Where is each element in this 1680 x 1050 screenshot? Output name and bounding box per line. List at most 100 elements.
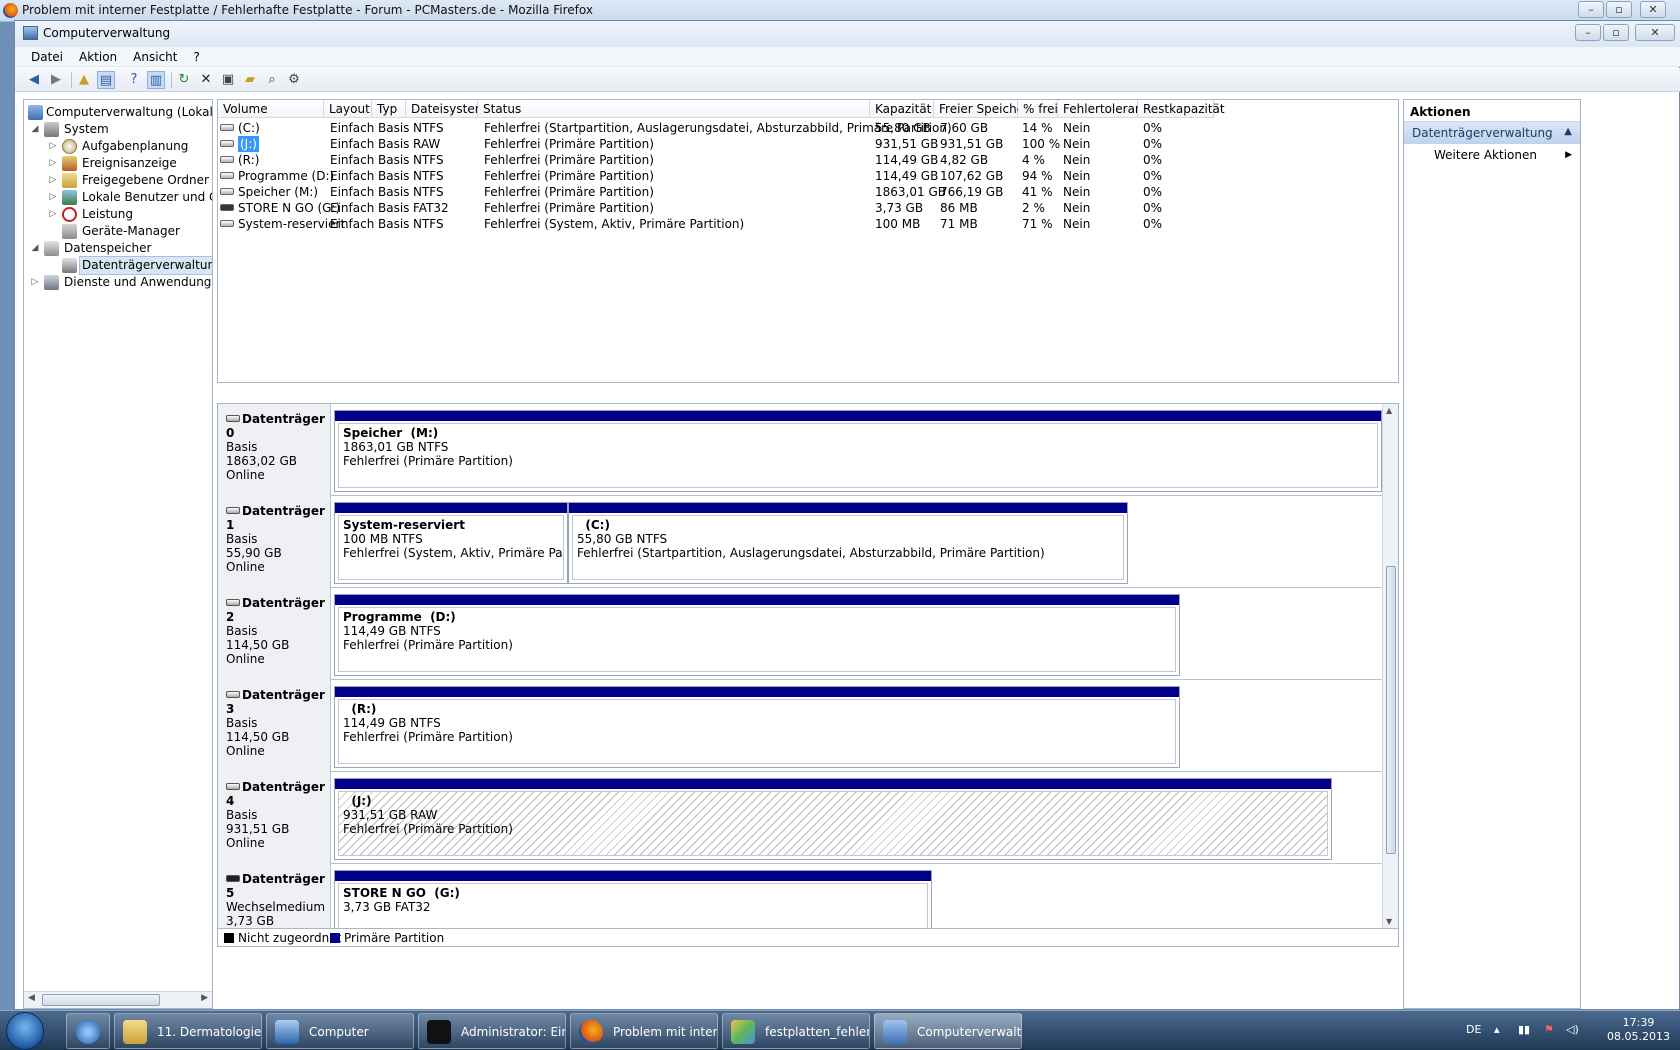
- partition-block[interactable]: Programme (D:) 114,49 GB NTFS Fehlerfrei (…: [334, 594, 1180, 676]
- delete-icon[interactable]: ✕: [197, 71, 215, 89]
- disk-icon: [226, 507, 240, 514]
- tree-item-label: Leistung: [82, 207, 133, 221]
- menu-ansicht[interactable]: Ansicht: [125, 47, 185, 64]
- taskbar-button[interactable]: 11. Dermatologie ...: [114, 1013, 262, 1049]
- search-icon[interactable]: ⌕: [263, 71, 281, 89]
- network-icon[interactable]: ▮▮: [1518, 1023, 1530, 1036]
- open-icon[interactable]: ▰: [241, 71, 259, 89]
- taskbar-button[interactable]: festplatten_fehler...: [722, 1013, 870, 1049]
- disk-info[interactable]: Datenträger 1 Basis 55,90 GB Online: [218, 496, 331, 588]
- partition-block[interactable]: System-reserviert 100 MB NTFS Fehlerfrei (…: [334, 502, 568, 584]
- volume-row[interactable]: (R:) Einfach Basis NTFS Fehlerfrei (Primäre …: [218, 152, 1398, 168]
- expand-arrow-icon[interactable]: ▷: [48, 189, 58, 206]
- scroll-right-icon[interactable]: ▶: [201, 993, 208, 1003]
- taskbar-button[interactable]: Problem mit inter...: [570, 1013, 718, 1049]
- close-button[interactable]: ✕: [1635, 24, 1675, 41]
- expand-arrow-icon[interactable]: ▷: [48, 172, 58, 189]
- volume-row[interactable]: STORE N GO (G:) Einfach Basis FAT32 Fehlerfr…: [218, 200, 1398, 216]
- partition-title: Speicher (M:): [343, 426, 439, 440]
- column-header-layout[interactable]: Layout: [324, 100, 372, 118]
- column-header-volume[interactable]: Volume: [218, 100, 324, 118]
- actions-header: Aktionen: [1404, 100, 1580, 122]
- volume-row[interactable]: Speicher (M:) Einfach Basis NTFS Fehlerfrei …: [218, 184, 1398, 200]
- clock-date: 08.05.2013: [1607, 1030, 1670, 1043]
- firefox-minimize-button[interactable]: –: [1578, 1, 1604, 18]
- firefox-icon: [3, 3, 18, 18]
- action-weitere-aktionen[interactable]: Weitere Aktionen: [1434, 148, 1537, 162]
- partition-block[interactable]: (R:) 114,49 GB NTFS Fehlerfrei (Primäre Pa…: [334, 686, 1180, 768]
- actions-section-datentraegerverwaltung[interactable]: Datenträgerverwaltung ▲: [1404, 122, 1580, 144]
- cell-fehlertoleranz: Nein: [1063, 201, 1091, 215]
- expand-arrow-icon[interactable]: ▷: [30, 274, 40, 291]
- taskbar-button[interactable]: Computer: [266, 1013, 414, 1049]
- scroll-down-icon[interactable]: ▼: [1386, 917, 1392, 926]
- scroll-left-icon[interactable]: ◀: [28, 993, 35, 1003]
- column-header-freier-speicher[interactable]: Freier Speicher: [934, 100, 1029, 118]
- volume-icon[interactable]: ◁): [1566, 1023, 1579, 1036]
- minimize-button[interactable]: –: [1575, 24, 1601, 41]
- clock[interactable]: 17:39 08.05.2013: [1607, 1016, 1670, 1044]
- back-arrow-icon[interactable]: ◀: [25, 71, 43, 89]
- partition-size: 55,80 GB NTFS: [577, 532, 668, 546]
- volume-row[interactable]: (J:) Einfach Basis RAW Fehlerfrei (Primäre P…: [218, 136, 1398, 152]
- scroll-up-icon[interactable]: ▲: [1386, 406, 1392, 415]
- refresh-icon[interactable]: ↻: [175, 71, 193, 89]
- volume-row[interactable]: Programme (D:) Einfach Basis NTFS Fehlerfrei…: [218, 168, 1398, 184]
- collapse-icon[interactable]: ▲: [1564, 126, 1572, 137]
- scroll-thumb[interactable]: [42, 994, 160, 1006]
- disk-view-scrollbar[interactable]: ▲ ▼: [1382, 404, 1398, 928]
- action-center-icon[interactable]: ⚑: [1544, 1023, 1554, 1036]
- partition-block[interactable]: STORE N GO (G:) 3,73 GB FAT32: [334, 870, 932, 928]
- disk-size-line: 3,73 GB: [226, 914, 330, 928]
- cell-kapazitaet: 931,51 GB: [875, 137, 939, 151]
- start-button[interactable]: [6, 1012, 44, 1050]
- legend-primary-swatch: [330, 933, 340, 943]
- expand-arrow-icon[interactable]: ▷: [48, 206, 58, 223]
- column-header-kapazitaet[interactable]: Kapazität: [870, 100, 934, 118]
- menu-help[interactable]: ?: [185, 47, 207, 64]
- forward-arrow-icon[interactable]: ▶: [47, 71, 65, 89]
- volume-row[interactable]: System-reserviert Einfach Basis NTFS Fehlerf…: [218, 216, 1398, 232]
- partition-block[interactable]: Speicher (M:) 1863,01 GB NTFS Fehlerfrei (…: [334, 410, 1382, 492]
- language-indicator[interactable]: DE: [1466, 1023, 1481, 1036]
- column-header-typ[interactable]: Typ: [372, 100, 406, 118]
- taskbar-button[interactable]: Computerverwalt...: [874, 1013, 1022, 1049]
- disk-info[interactable]: Datenträger 5 Wechselmedium 3,73 GB: [218, 864, 331, 928]
- tree-horizontal-scrollbar[interactable]: ◀ ▶: [24, 991, 212, 1008]
- menu-datei[interactable]: Datei: [15, 47, 71, 64]
- settings-icon[interactable]: ⚙: [285, 71, 303, 89]
- media-player-button[interactable]: [66, 1013, 110, 1049]
- firefox-close-button[interactable]: ✕: [1640, 1, 1666, 18]
- menu-aktion[interactable]: Aktion: [71, 47, 125, 64]
- properties-icon[interactable]: ▣: [219, 71, 237, 89]
- disk-info[interactable]: Datenträger 2 Basis 114,50 GB Online: [218, 588, 331, 680]
- column-header-status[interactable]: Status: [478, 100, 870, 118]
- volume-row[interactable]: (C:) Einfach Basis NTFS Fehlerfrei (Startpar…: [218, 120, 1398, 136]
- expand-arrow-icon[interactable]: ▷: [48, 155, 58, 172]
- disk-info[interactable]: Datenträger 3 Basis 114,50 GB Online: [218, 680, 331, 772]
- taskbar-button[interactable]: Administrator: Ein...: [418, 1013, 566, 1049]
- show-hide-tree-icon[interactable]: ▤: [97, 71, 115, 89]
- column-header-prozent-frei[interactable]: % frei: [1018, 100, 1058, 118]
- show-hidden-icons-icon[interactable]: ▴: [1494, 1023, 1500, 1036]
- column-header-dateisystem[interactable]: Dateisystem: [406, 100, 486, 118]
- collapse-arrow-icon[interactable]: ◢: [30, 121, 40, 138]
- expand-arrow-icon[interactable]: ▷: [48, 138, 58, 155]
- help-icon[interactable]: ?: [125, 71, 143, 89]
- cell-layout: Einfach: [330, 121, 375, 135]
- cell-prozent-frei: 94 %: [1022, 169, 1053, 183]
- maximize-button[interactable]: ▫: [1603, 24, 1629, 41]
- firefox-maximize-button[interactable]: ▫: [1606, 1, 1632, 18]
- column-header-fehlertoleranz[interactable]: Fehlertoleranz: [1058, 100, 1149, 118]
- disk-info[interactable]: Datenträger 0 Basis 1863,02 GB Online: [218, 404, 331, 496]
- collapse-arrow-icon[interactable]: ◢: [30, 240, 40, 257]
- column-header-restkapazitaet[interactable]: Restkapazität: [1138, 100, 1225, 118]
- up-folder-icon[interactable]: ▲: [75, 71, 93, 89]
- disk-info[interactable]: Datenträger 4 Basis 931,51 GB Online: [218, 772, 331, 864]
- partition-block[interactable]: (J:) 931,51 GB RAW Fehlerfrei (Primäre Par…: [334, 778, 1332, 860]
- partition-block[interactable]: (C:) 55,80 GB NTFS Fehlerfrei (Startpartit…: [568, 502, 1128, 584]
- cell-typ: Basis: [378, 185, 410, 199]
- scroll-thumb[interactable]: [1386, 566, 1396, 854]
- partition-status: Fehlerfrei (Startpartition, Auslagerungs…: [577, 546, 1045, 560]
- show-hide-action-pane-icon[interactable]: ▥: [147, 71, 165, 89]
